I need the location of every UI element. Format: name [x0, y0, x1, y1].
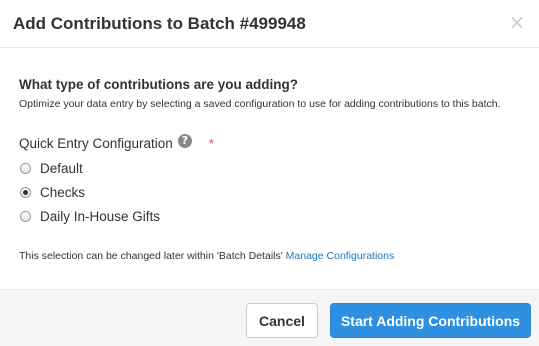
cancel-button[interactable]: Cancel — [246, 303, 318, 338]
radio-label-daily-in-house-gifts[interactable]: Daily In-House Gifts — [40, 209, 160, 224]
manage-configurations-link[interactable]: Manage Configurations — [286, 250, 395, 262]
radio-option-checks[interactable]: Checks — [19, 180, 160, 204]
radio-option-daily-in-house-gifts[interactable]: Daily In-House Gifts — [19, 204, 160, 228]
radio-button-default[interactable] — [20, 162, 31, 174]
footnote-text: This selection can be changed later with… — [19, 250, 283, 262]
field-label-row: Quick Entry Configuration ? * — [19, 134, 214, 152]
dialog-title: Add Contributions to Batch #499948 — [13, 14, 306, 33]
start-adding-contributions-button[interactable]: Start Adding Contributions — [330, 303, 531, 338]
quick-entry-configuration-label: Quick Entry Configuration — [19, 135, 173, 151]
footnote: This selection can be changed later with… — [19, 250, 394, 262]
required-marker: * — [208, 135, 214, 151]
radio-option-default[interactable]: Default — [19, 156, 160, 180]
help-icon[interactable]: ? — [177, 134, 192, 148]
radio-label-checks[interactable]: Checks — [40, 185, 85, 200]
dialog-footer: Cancel Start Adding Contributions — [0, 289, 539, 346]
dialog-body: What type of contributions are you addin… — [0, 48, 539, 290]
question-heading: What type of contributions are you addin… — [19, 77, 298, 92]
dialog-header: Add Contributions to Batch #499948 × — [0, 0, 539, 48]
close-icon[interactable]: × — [507, 12, 527, 32]
radio-button-checks[interactable] — [20, 186, 31, 198]
configuration-radio-group: Default Checks Daily In-House Gifts — [19, 156, 160, 228]
radio-button-daily-in-house-gifts[interactable] — [20, 210, 31, 222]
add-contributions-dialog: Add Contributions to Batch #499948 × Wha… — [0, 0, 539, 346]
radio-label-default[interactable]: Default — [40, 161, 83, 176]
description-text: Optimize your data entry by selecting a … — [19, 98, 501, 110]
